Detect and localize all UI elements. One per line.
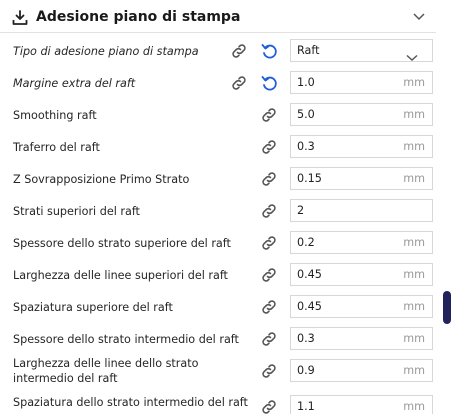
reset-arrow-icon[interactable] bbox=[260, 74, 278, 92]
link-icon[interactable] bbox=[260, 138, 278, 156]
field-unit: mm bbox=[403, 76, 425, 89]
setting-value-field[interactable]: 0.3 mm bbox=[290, 135, 433, 158]
field-unit: mm bbox=[403, 108, 425, 121]
field-value: 0.45 bbox=[297, 268, 322, 281]
setting-label: Spaziatura dello strato intermedio del r… bbox=[13, 396, 248, 409]
setting-value-field[interactable]: 1.0 mm bbox=[290, 71, 433, 94]
link-icon[interactable] bbox=[230, 74, 248, 92]
reset-arrow-icon[interactable] bbox=[260, 42, 278, 60]
field-value: 5.0 bbox=[297, 108, 315, 121]
setting-label: Spaziatura superiore del raft bbox=[13, 301, 173, 314]
link-icon[interactable] bbox=[260, 330, 278, 348]
settings-panel: Adesione piano di stampa Tipo di adesion… bbox=[0, 0, 436, 414]
setting-value-field[interactable]: 0.2 mm bbox=[290, 231, 433, 254]
field-unit: mm bbox=[403, 364, 425, 377]
setting-label: Smoothing raft bbox=[13, 109, 97, 122]
link-icon[interactable] bbox=[230, 42, 248, 60]
field-unit: mm bbox=[403, 332, 425, 345]
setting-label: Strati superiori del raft bbox=[13, 205, 140, 218]
field-value: 0.3 bbox=[297, 140, 315, 153]
link-icon[interactable] bbox=[260, 234, 278, 252]
setting-row: Spessore dello strato superiore del raft… bbox=[0, 231, 436, 261]
setting-label: Z Sovrapposizione Primo Strato bbox=[13, 173, 190, 186]
field-value: 0.3 bbox=[297, 332, 315, 345]
setting-row: Spaziatura dello strato intermedio del r… bbox=[0, 395, 436, 414]
setting-row: Spaziatura superiore del raft 0.45 mm bbox=[0, 295, 436, 325]
field-value: 0.45 bbox=[297, 300, 322, 313]
field-value: 2 bbox=[297, 204, 305, 217]
setting-row: Traferro del raft 0.3 mm bbox=[0, 135, 436, 165]
setting-row: Larghezza delle linee dello strato inter… bbox=[0, 357, 436, 389]
link-icon[interactable] bbox=[260, 106, 278, 124]
setting-value-field[interactable]: 1.1 mm bbox=[290, 395, 433, 414]
section-header[interactable]: Adesione piano di stampa bbox=[0, 4, 436, 33]
field-unit: mm bbox=[403, 140, 425, 153]
setting-value-field[interactable]: 0.3 mm bbox=[290, 327, 433, 350]
link-icon[interactable] bbox=[260, 202, 278, 220]
field-value: 1.1 bbox=[297, 400, 315, 413]
setting-label: Traferro del raft bbox=[13, 141, 100, 154]
chevron-down-icon bbox=[406, 47, 418, 61]
setting-label: Larghezza delle linee superiori del raft bbox=[13, 269, 228, 282]
section-title: Adesione piano di stampa bbox=[36, 9, 241, 25]
field-unit: mm bbox=[403, 400, 425, 413]
setting-value-field[interactable]: 5.0 mm bbox=[290, 103, 433, 126]
field-unit: mm bbox=[403, 268, 425, 281]
setting-row: Smoothing raft 5.0 mm bbox=[0, 103, 436, 133]
setting-row: Strati superiori del raft 2 bbox=[0, 199, 436, 229]
download-tray-icon bbox=[12, 10, 28, 25]
adhesion-type-dropdown[interactable]: Raft bbox=[290, 39, 433, 62]
setting-row: Z Sovrapposizione Primo Strato 0.15 mm bbox=[0, 167, 436, 197]
scrollbar-thumb[interactable] bbox=[443, 291, 451, 324]
field-value: 0.2 bbox=[297, 236, 315, 249]
setting-value-field[interactable]: 0.9 mm bbox=[290, 359, 433, 382]
setting-value-field[interactable]: 0.15 mm bbox=[290, 167, 433, 190]
link-icon[interactable] bbox=[260, 362, 278, 380]
setting-value-field[interactable]: 0.45 mm bbox=[290, 263, 433, 286]
field-value: 0.9 bbox=[297, 364, 315, 377]
field-unit: mm bbox=[403, 172, 425, 185]
setting-row: Larghezza delle linee superiori del raft… bbox=[0, 263, 436, 293]
field-unit: mm bbox=[403, 236, 425, 249]
link-icon[interactable] bbox=[260, 298, 278, 316]
link-icon[interactable] bbox=[260, 398, 278, 414]
setting-label: Larghezza delle linee dello strato inter… bbox=[13, 357, 199, 385]
setting-row: Tipo di adesione piano di stampa Raft bbox=[0, 39, 436, 69]
setting-row: Spessore dello strato intermedio del raf… bbox=[0, 327, 436, 357]
field-value: 0.15 bbox=[297, 172, 322, 185]
setting-row: Margine extra del raft 1.0 mm bbox=[0, 71, 436, 101]
setting-label: Spessore dello strato intermedio del raf… bbox=[13, 333, 239, 346]
link-icon[interactable] bbox=[260, 266, 278, 284]
field-value: Raft bbox=[297, 44, 320, 57]
setting-label: Spessore dello strato superiore del raft bbox=[13, 237, 231, 250]
setting-value-field[interactable]: 0.45 mm bbox=[290, 295, 433, 318]
setting-value-field[interactable]: 2 bbox=[290, 199, 433, 222]
chevron-down-icon[interactable] bbox=[412, 12, 426, 22]
setting-label: Tipo di adesione piano di stampa bbox=[13, 45, 199, 58]
field-unit: mm bbox=[403, 300, 425, 313]
setting-label: Margine extra del raft bbox=[13, 77, 136, 90]
link-icon[interactable] bbox=[260, 170, 278, 188]
field-value: 1.0 bbox=[297, 76, 315, 89]
